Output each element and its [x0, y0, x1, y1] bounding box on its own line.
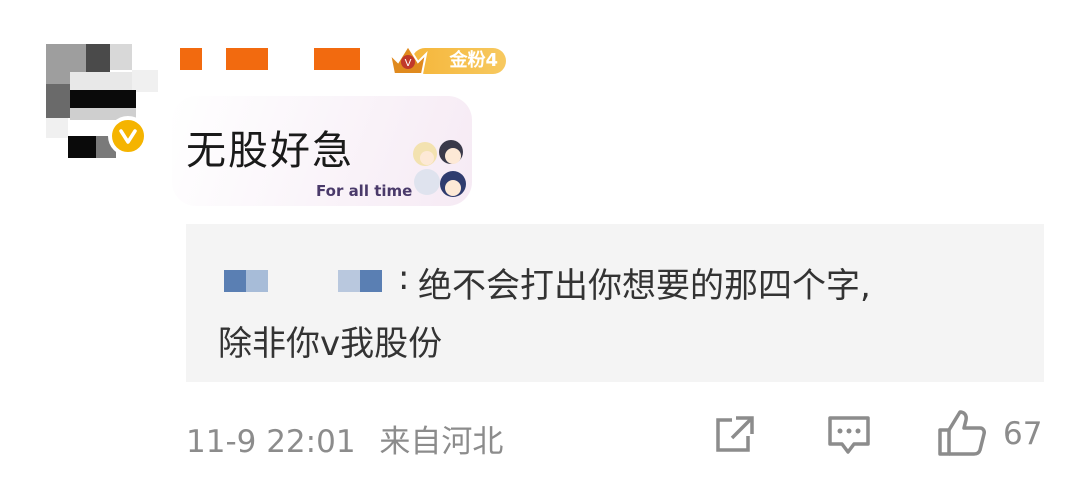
reply-separator: : [398, 258, 410, 298]
comment-text: 无股好急 [186, 128, 354, 174]
reply-author-redacted [338, 270, 360, 292]
username-redacted [180, 48, 202, 70]
crown-icon: V [388, 44, 428, 75]
sticker-caption: For all time [316, 182, 413, 200]
reply-text-line1: 绝不会打出你想要的那四个字, [418, 266, 871, 306]
username-redacted [226, 48, 268, 70]
reply-text-line2: 除非你v我股份 [218, 324, 443, 364]
avatar-pixel [132, 70, 158, 92]
username-redacted [314, 48, 360, 70]
thumbs-up-icon[interactable] [936, 408, 988, 458]
comment-location: 来自河北 [379, 424, 504, 460]
avatar-pixel [70, 72, 132, 90]
avatar-pixel [46, 118, 68, 138]
avatar-pixel [110, 44, 132, 70]
avatar-pixel [86, 44, 110, 72]
like-count: 67 [1003, 416, 1043, 452]
share-icon[interactable] [712, 412, 758, 458]
comment-icon[interactable] [826, 412, 872, 458]
fan-badge[interactable]: 金粉4 V [386, 40, 510, 78]
verified-badge-icon [108, 116, 148, 156]
comment-time: 11-9 22:01 [186, 424, 356, 460]
chibi-sticker [413, 140, 466, 197]
avatar-pixel [70, 90, 136, 108]
avatar-pixel [68, 136, 96, 158]
svg-text:V: V [405, 58, 412, 69]
comment-meta: 11-9 22:01 来自河北 [186, 416, 503, 461]
reply-author-redacted [360, 270, 382, 292]
avatar-pixel [46, 84, 70, 118]
reply-author-redacted [224, 270, 246, 292]
reply-author-redacted [246, 270, 268, 292]
